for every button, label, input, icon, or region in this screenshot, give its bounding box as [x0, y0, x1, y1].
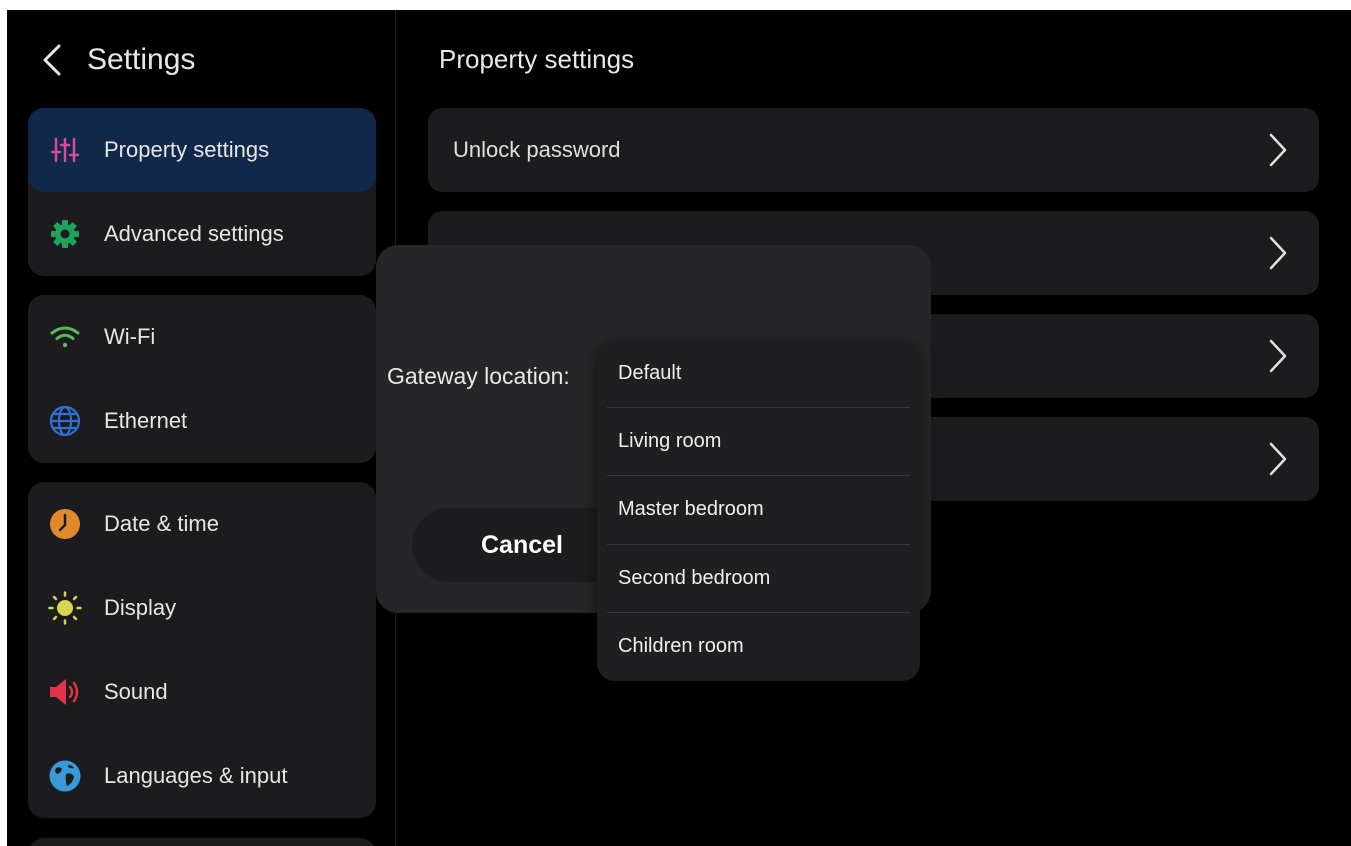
settings-row-unlock-password[interactable]: Unlock password [428, 108, 1319, 192]
sidebar-item-date-time[interactable]: Date & time [28, 482, 376, 566]
sliders-icon [48, 133, 82, 167]
sidebar-item-languages-input[interactable]: Languages & input [28, 734, 376, 818]
sidebar-group-system: Date & time Display Sound Languages & in… [28, 482, 376, 818]
sidebar-group-more [28, 838, 376, 846]
sidebar-item-label: Date & time [104, 511, 219, 536]
earth-icon [48, 759, 82, 793]
sidebar-item-sound[interactable]: Sound [28, 650, 376, 734]
sidebar-group-general: Property settings Advanced settings [28, 108, 376, 276]
chevron-right-icon [1269, 339, 1287, 373]
chevron-right-icon [1269, 133, 1287, 167]
dropdown-option-children-room[interactable]: Children room [607, 613, 910, 681]
page-title: Property settings [439, 44, 635, 74]
sun-icon [48, 591, 82, 625]
sidebar-title: Settings [87, 43, 196, 76]
chevron-right-icon [1269, 236, 1287, 270]
gateway-location-dropdown: Default Living room Master bedroom Secon… [597, 340, 920, 681]
dropdown-option-second-bedroom[interactable]: Second bedroom [607, 545, 910, 613]
dropdown-option-label: Default [618, 362, 682, 385]
settings-row-label: Unlock password [453, 137, 621, 162]
screen: Settings Property settings Advanced sett… [7, 10, 1351, 846]
sidebar-item-advanced-settings[interactable]: Advanced settings [28, 192, 376, 276]
dropdown-option-default[interactable]: Default [607, 340, 910, 409]
chevron-right-icon [1269, 442, 1287, 476]
sidebar-group-network: Wi-Fi Ethernet [28, 295, 376, 463]
sidebar-item-label: Display [104, 595, 177, 620]
sidebar-item-label: Wi-Fi [104, 324, 156, 349]
dropdown-option-master-bedroom[interactable]: Master bedroom [607, 476, 910, 545]
clock-icon [48, 507, 82, 541]
sidebar-header: Settings [41, 40, 195, 80]
back-arrow-icon[interactable] [41, 42, 65, 78]
sidebar-item-ethernet[interactable]: Ethernet [28, 379, 376, 463]
gear-icon [48, 217, 82, 251]
dropdown-option-label: Children room [618, 635, 744, 658]
speaker-icon [48, 675, 82, 709]
sidebar: Settings Property settings Advanced sett… [7, 10, 396, 846]
sidebar-item-label: Languages & input [104, 763, 288, 788]
dropdown-option-living-room[interactable]: Living room [607, 408, 910, 477]
sidebar-item-label: Property settings [104, 137, 270, 162]
sidebar-item-label: Advanced settings [104, 221, 284, 246]
gateway-location-label: Gateway location: [387, 363, 570, 389]
globe-icon [48, 404, 82, 438]
sidebar-item-wifi[interactable]: Wi-Fi [28, 295, 376, 379]
sidebar-item-display[interactable]: Display [28, 566, 376, 650]
sidebar-item-property-settings[interactable]: Property settings [28, 108, 376, 192]
dropdown-option-label: Master bedroom [618, 498, 764, 521]
dropdown-option-label: Second bedroom [618, 566, 771, 589]
wifi-icon [48, 320, 82, 354]
sidebar-item-label: Ethernet [104, 408, 188, 433]
dropdown-option-label: Living room [618, 430, 722, 453]
sidebar-item-label: Sound [104, 679, 168, 704]
